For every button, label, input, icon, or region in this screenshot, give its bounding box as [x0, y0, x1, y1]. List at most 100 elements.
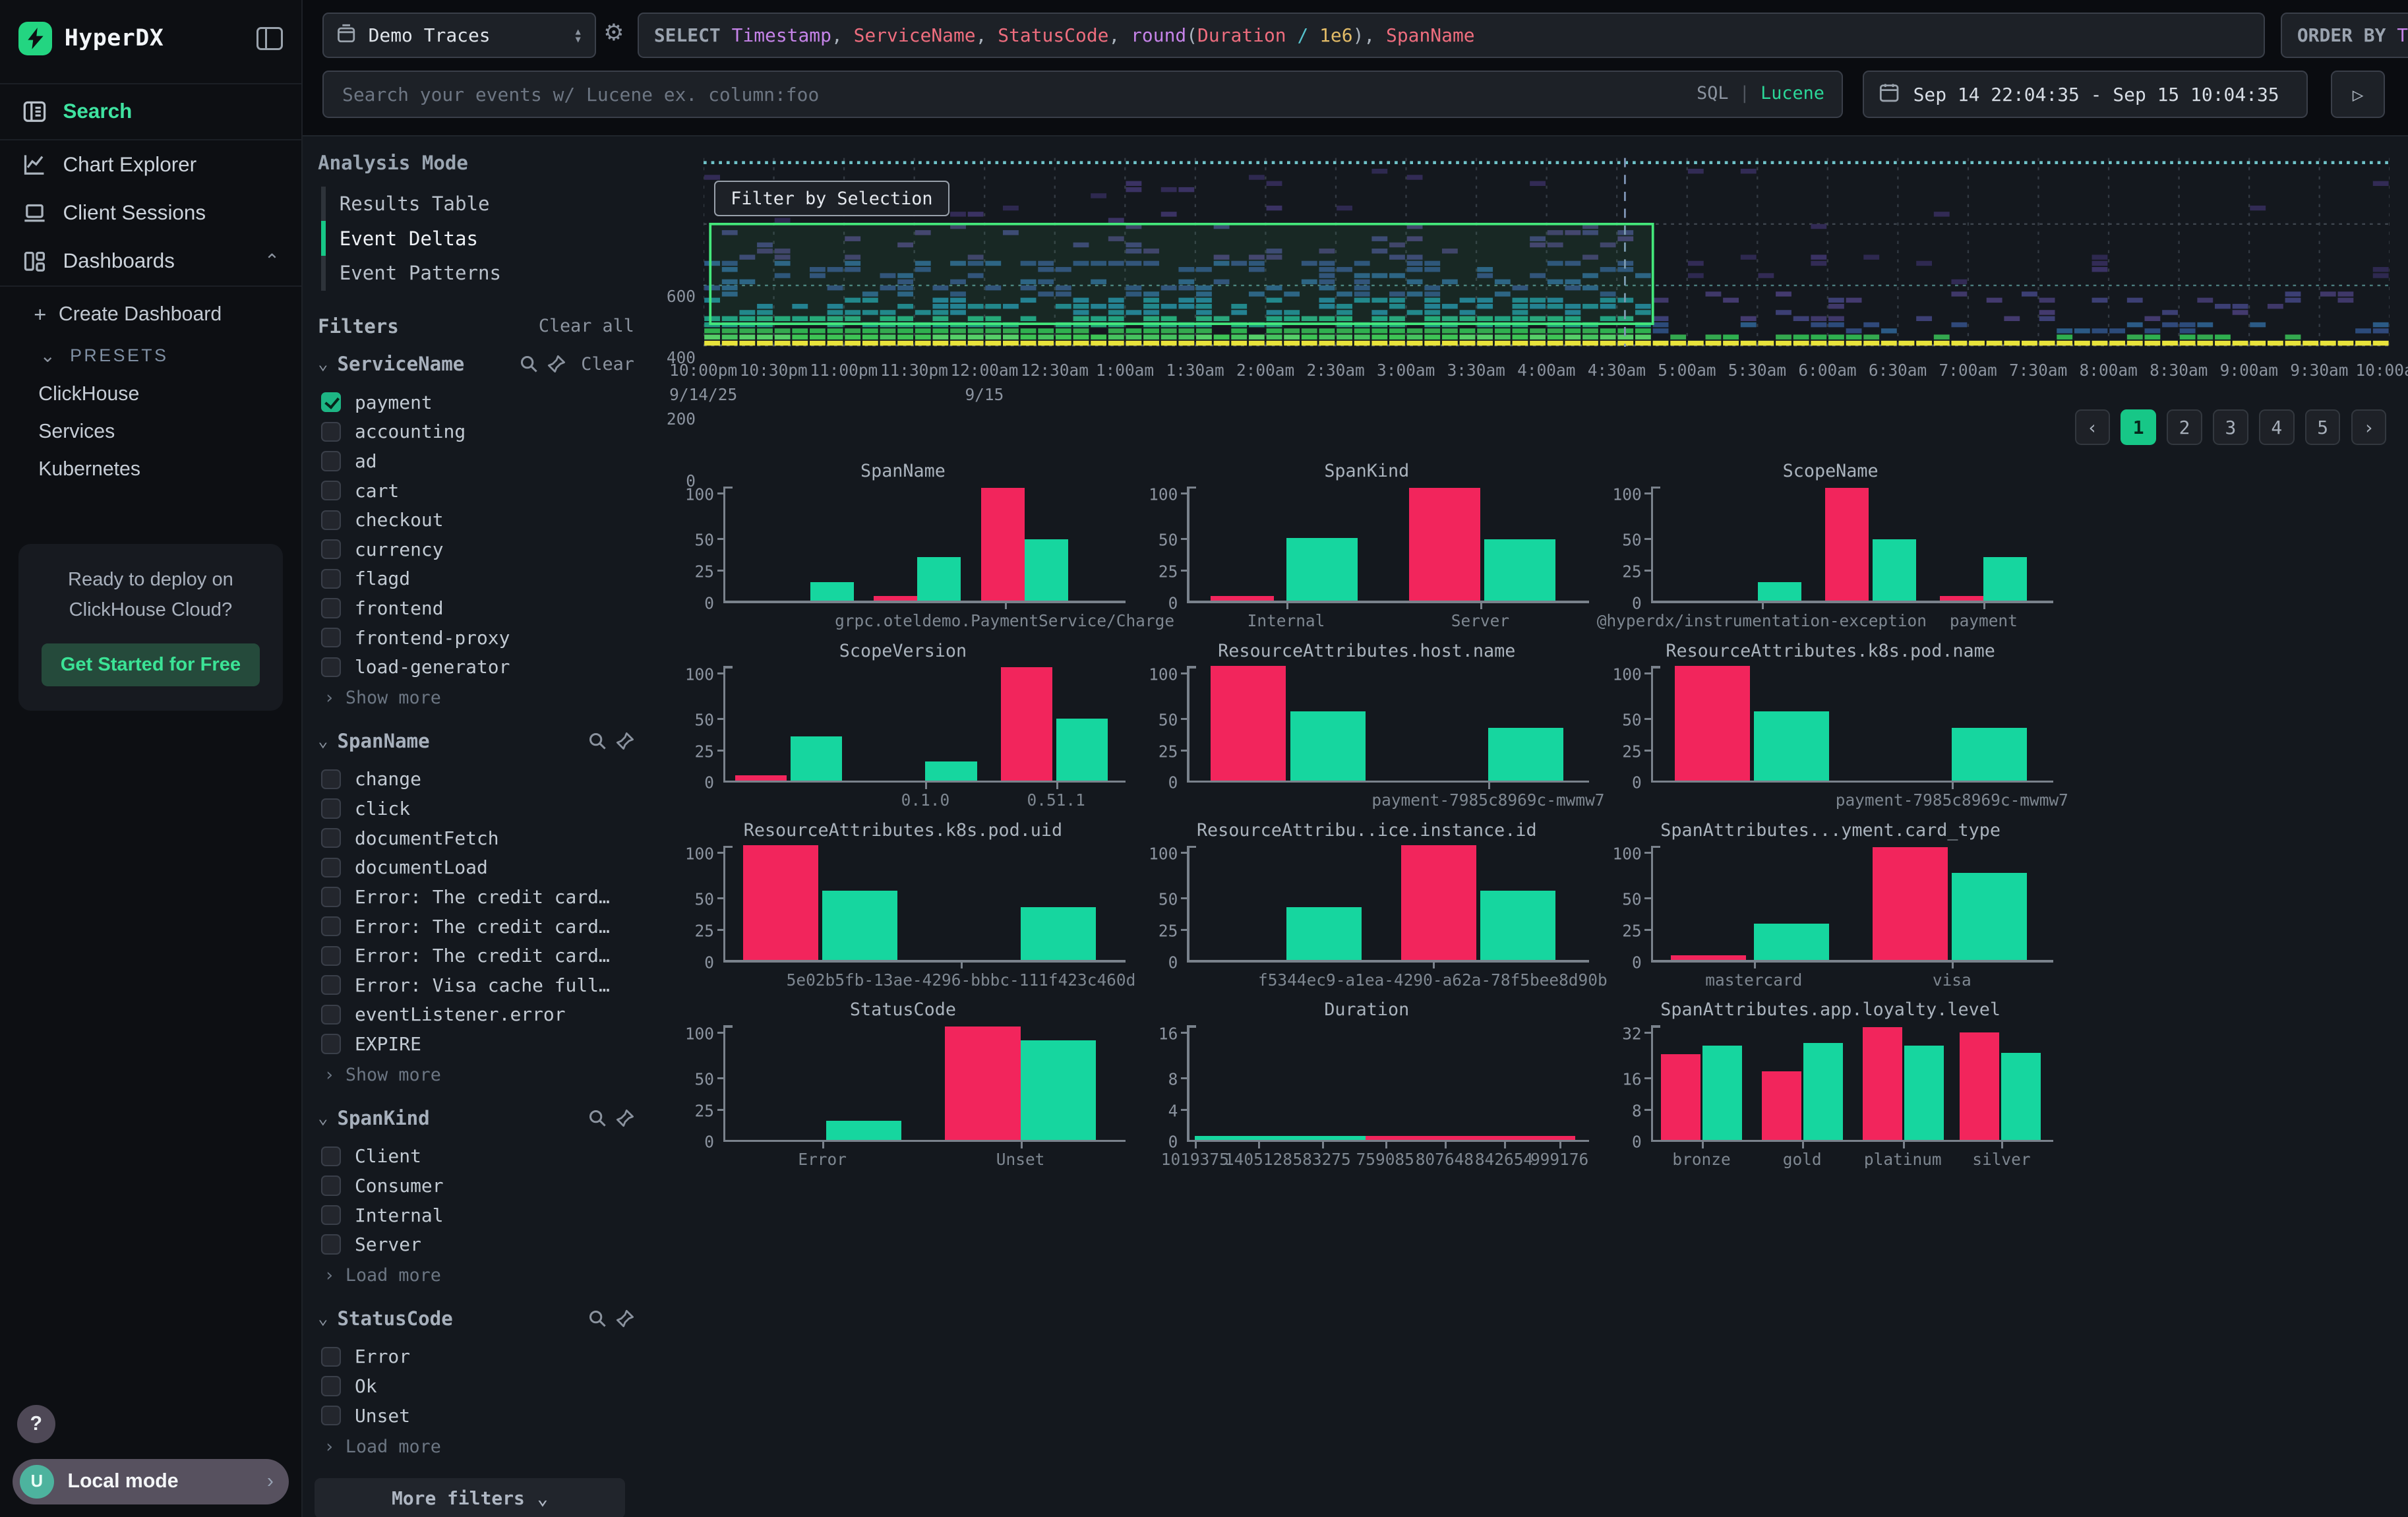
- sql-toggle[interactable]: SQL: [1697, 83, 1728, 104]
- checkbox[interactable]: [321, 1205, 341, 1225]
- checkbox[interactable]: [321, 657, 341, 677]
- delta-chart-spanattributes-yment-card-type[interactable]: SpanAttributes...yment.card_type02550100…: [1598, 818, 2062, 997]
- filter-option[interactable]: Error: The credit card (…: [315, 941, 637, 970]
- delta-chart-scopeversion[interactable]: ScopeVersion025501000.1.00.51.1: [671, 639, 1135, 818]
- show-more-link[interactable]: ›Show more: [315, 1059, 637, 1085]
- filter-option[interactable]: Error: The credit card (…: [315, 882, 637, 912]
- filter-option[interactable]: click: [315, 794, 637, 823]
- sidebar-collapse-icon[interactable]: [256, 27, 283, 50]
- filter-by-selection-button[interactable]: Filter by Selection: [714, 181, 949, 216]
- sidebar-item-chart-explorer[interactable]: Chart Explorer: [0, 140, 301, 189]
- filter-option[interactable]: flagd: [315, 564, 637, 594]
- filter-option[interactable]: ad: [315, 446, 637, 476]
- checkbox[interactable]: [321, 539, 341, 559]
- checkbox[interactable]: [321, 946, 341, 966]
- delta-chart-statuscode[interactable]: StatusCode02550100ErrorUnset: [671, 997, 1135, 1177]
- search-icon[interactable]: [588, 732, 607, 750]
- filter-option[interactable]: Server: [315, 1230, 637, 1259]
- checkbox[interactable]: [321, 392, 341, 412]
- pagination-page-2[interactable]: 2: [2167, 409, 2202, 445]
- pin-icon[interactable]: [616, 1309, 634, 1328]
- show-more-link[interactable]: ›Load more: [315, 1259, 637, 1286]
- checkbox[interactable]: [321, 1376, 341, 1396]
- sidebar-item-clickhouse[interactable]: ClickHouse: [0, 375, 301, 413]
- filter-option[interactable]: Error: Visa cache full: …: [315, 970, 637, 1000]
- search-icon[interactable]: [588, 1309, 607, 1328]
- show-more-link[interactable]: ›Show more: [315, 682, 637, 708]
- checkbox[interactable]: [321, 628, 341, 647]
- create-dashboard-button[interactable]: + Create Dashboard: [0, 293, 301, 336]
- search-icon[interactable]: [520, 355, 538, 373]
- checkbox[interactable]: [321, 1175, 341, 1195]
- filter-group-header[interactable]: ⌄SpanName: [318, 730, 634, 752]
- filter-option[interactable]: load-generator: [315, 653, 637, 682]
- order-by-input[interactable]: ORDER BY Timestamp DESC: [2281, 13, 2408, 59]
- pin-icon[interactable]: [616, 732, 634, 750]
- delta-chart-scopename[interactable]: ScopeName02550100@hyperdx/instrumentatio…: [1598, 459, 2062, 638]
- analysis-mode-option-event-patterns[interactable]: Event Patterns: [315, 256, 637, 291]
- sidebar-item-dashboards[interactable]: Dashboards ⌃: [0, 237, 301, 285]
- filter-option[interactable]: Error: [315, 1342, 637, 1371]
- sidebar-item-client-sessions[interactable]: Client Sessions: [0, 189, 301, 237]
- filter-option[interactable]: currency: [315, 535, 637, 564]
- checkbox[interactable]: [321, 598, 341, 618]
- delta-chart-resourceattributes-k8s-pod-uid[interactable]: ResourceAttributes.k8s.pod.uid025501005e…: [671, 818, 1135, 997]
- sidebar-item-services[interactable]: Services: [0, 413, 301, 451]
- checkbox[interactable]: [321, 451, 341, 471]
- checkbox[interactable]: [321, 422, 341, 442]
- search-icon[interactable]: [588, 1109, 607, 1127]
- lucene-toggle[interactable]: Lucene: [1761, 83, 1824, 104]
- checkbox[interactable]: [321, 481, 341, 500]
- checkbox[interactable]: [321, 887, 341, 907]
- time-range-picker[interactable]: Sep 14 22:04:35 - Sep 15 10:04:35: [1863, 71, 2308, 118]
- gear-icon[interactable]: ⚙: [603, 20, 624, 46]
- clear-filter-button[interactable]: Clear: [581, 354, 634, 374]
- checkbox[interactable]: [321, 1034, 341, 1054]
- sidebar-item-search[interactable]: Search: [0, 84, 301, 139]
- filter-option[interactable]: payment: [315, 388, 637, 417]
- checkbox[interactable]: [321, 975, 341, 995]
- filter-option[interactable]: Unset: [315, 1401, 637, 1431]
- filter-option[interactable]: EXPIRE: [315, 1029, 637, 1059]
- pagination-page-1[interactable]: 1: [2121, 409, 2156, 445]
- checkbox[interactable]: [321, 858, 341, 877]
- pagination-prev[interactable]: ‹: [2075, 409, 2111, 445]
- delta-chart-resourceattributes-host-name[interactable]: ResourceAttributes.host.name02550100paym…: [1135, 639, 1598, 818]
- filter-option[interactable]: Error: The credit card (…: [315, 912, 637, 941]
- more-filters-button[interactable]: More filters ⌄: [315, 1478, 624, 1517]
- filter-option[interactable]: frontend-proxy: [315, 623, 637, 653]
- pagination-page-3[interactable]: 3: [2213, 409, 2248, 445]
- query-language-toggle[interactable]: SQL | Lucene: [1697, 83, 1824, 104]
- local-mode-button[interactable]: U Local mode ›: [13, 1459, 289, 1505]
- get-started-button[interactable]: Get Started for Free: [42, 643, 260, 687]
- heatmap-selection[interactable]: [710, 224, 1652, 324]
- delta-chart-spanname[interactable]: SpanName02550100grpc.oteldemo.PaymentSer…: [671, 459, 1135, 638]
- delta-chart-duration[interactable]: Duration04816101937514051285832757590858…: [1135, 997, 1598, 1177]
- delta-chart-spankind[interactable]: SpanKind02550100InternalServer: [1135, 459, 1598, 638]
- source-select[interactable]: Demo Traces ▴▾: [322, 13, 596, 59]
- checkbox[interactable]: [321, 1347, 341, 1367]
- run-query-button[interactable]: ▷: [2331, 71, 2385, 118]
- filter-option[interactable]: change: [315, 765, 637, 794]
- checkbox[interactable]: [321, 1234, 341, 1254]
- events-search-input[interactable]: [322, 71, 1843, 118]
- filter-group-header[interactable]: ⌄StatusCode: [318, 1307, 634, 1330]
- sidebar-item-kubernetes[interactable]: Kubernetes: [0, 451, 301, 489]
- checkbox[interactable]: [321, 916, 341, 936]
- checkbox[interactable]: [321, 798, 341, 818]
- pagination-next[interactable]: ›: [2351, 409, 2387, 445]
- checkbox[interactable]: [321, 1146, 341, 1166]
- filter-option[interactable]: checkout: [315, 505, 637, 535]
- delta-chart-resourceattribu-ice-instance-id[interactable]: ResourceAttribu..ice.instance.id02550100…: [1135, 818, 1598, 997]
- checkbox[interactable]: [321, 1406, 341, 1425]
- filter-option[interactable]: documentFetch: [315, 823, 637, 853]
- sql-select-input[interactable]: SELECT Timestamp, ServiceName, StatusCod…: [638, 13, 2266, 59]
- filter-option[interactable]: Internal: [315, 1201, 637, 1230]
- help-button[interactable]: ?: [17, 1405, 55, 1443]
- filter-option[interactable]: cart: [315, 476, 637, 506]
- clear-all-button[interactable]: Clear all: [539, 316, 634, 336]
- pagination-page-5[interactable]: 5: [2305, 409, 2341, 445]
- delta-chart-spanattributes-app-loyalty-level[interactable]: SpanAttributes.app.loyalty.level081632br…: [1598, 997, 2062, 1177]
- filter-option[interactable]: accounting: [315, 417, 637, 447]
- checkbox[interactable]: [321, 769, 341, 789]
